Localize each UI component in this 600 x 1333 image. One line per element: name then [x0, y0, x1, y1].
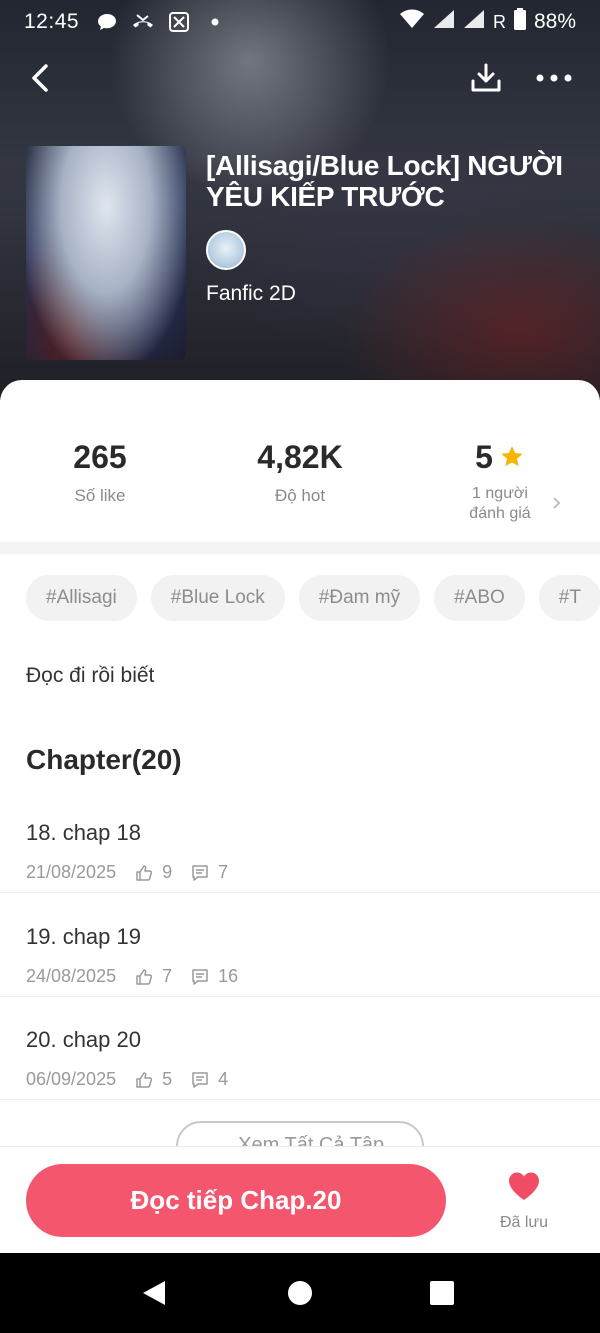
- chapter-comment-count: 7: [218, 862, 229, 882]
- story-genre: Fanfic 2D: [206, 282, 296, 305]
- chevron-right-icon: [553, 497, 561, 509]
- continue-reading-button[interactable]: Đọc tiếp Chap.20: [26, 1164, 446, 1237]
- comment-icon: [190, 1070, 210, 1090]
- chapter-date: 21/08/2025: [26, 862, 117, 882]
- battery-icon: [513, 8, 526, 36]
- bottom-action-bar: Đọc tiếp Chap.20 Đã lưu: [0, 1146, 600, 1253]
- more-options-button[interactable]: [532, 58, 576, 98]
- star-icon: [501, 446, 523, 467]
- tag-chip[interactable]: #Allisagi: [26, 575, 137, 621]
- battery-percent: 88%: [533, 10, 576, 33]
- system-navigation-bar: [0, 1253, 600, 1333]
- status-right-group: R 88%: [399, 8, 576, 36]
- chapter-row[interactable]: 18. chap 18 21/08/2025 9 7: [0, 790, 600, 893]
- rating-number: 5: [475, 430, 525, 484]
- top-navigation: [0, 52, 600, 106]
- nav-back-icon: [143, 1281, 165, 1305]
- status-time: 12:45: [24, 10, 80, 33]
- signal-icon: [433, 9, 455, 35]
- chapter-comment-count: 16: [218, 966, 239, 986]
- hot-label: Độ hot: [274, 486, 326, 505]
- wifi-icon: [399, 9, 425, 35]
- chapter-meta: 24/08/2025 7 16: [26, 966, 256, 987]
- hot-stat: 4,82K Độ hot: [200, 430, 400, 506]
- back-button[interactable]: [20, 58, 60, 98]
- signal-icon: [463, 9, 485, 35]
- chapter-meta: 21/08/2025 9 7: [26, 862, 246, 883]
- chapter-title: 18. chap 18: [26, 820, 141, 845]
- tag-chip[interactable]: #Đam mỹ: [298, 575, 421, 621]
- rating-label-line1: 1 người: [472, 485, 528, 502]
- chapter-title: 19. chap 19: [26, 924, 141, 949]
- chapter-meta: 06/09/2025 5 4: [26, 1069, 246, 1090]
- comment-icon: [190, 863, 210, 883]
- more-dots-icon: [536, 74, 572, 82]
- missed-call-icon: [131, 12, 155, 32]
- chapter-row[interactable]: 20. chap 20 06/09/2025 5 4: [0, 997, 600, 1100]
- tag-chip[interactable]: #ABO: [434, 575, 525, 621]
- rating-value: 5: [475, 439, 493, 475]
- likes-stat: 265 Số like: [0, 430, 200, 506]
- chapter-date: 06/09/2025: [26, 1069, 117, 1089]
- nav-back-button[interactable]: [138, 1277, 170, 1309]
- nav-home-icon: [288, 1281, 312, 1305]
- heart-icon: [509, 1172, 539, 1200]
- tag-list: #Allisagi #Blue Lock #Đam mỹ #ABO #T: [26, 575, 600, 623]
- saved-label: Đã lưu: [499, 1214, 549, 1231]
- thumbs-up-icon: [134, 863, 154, 883]
- download-icon: [471, 63, 501, 92]
- chapters-heading: Chapter(20): [26, 744, 182, 775]
- story-title: [Allisagi/Blue Lock] NGƯỜI YÊU KIẾP TRƯỚ…: [206, 150, 563, 212]
- comment-icon: [190, 967, 210, 987]
- chapter-like-count: 7: [162, 966, 173, 986]
- nav-home-button[interactable]: [284, 1277, 316, 1309]
- story-cover-image[interactable]: [26, 146, 186, 360]
- story-description: Đọc đi rồi biết: [26, 664, 155, 687]
- rating-stat[interactable]: 5 1 người đánh giá: [400, 430, 600, 524]
- chapter-date: 24/08/2025: [26, 966, 117, 986]
- back-arrow-icon: [32, 64, 48, 92]
- nav-recents-icon: [430, 1281, 454, 1305]
- chapter-title: 20. chap 20: [26, 1027, 141, 1052]
- chat-bubble-icon: [95, 12, 119, 32]
- status-bar: 12:45 R 88%: [0, 0, 600, 44]
- chapter-like-count: 5: [162, 1069, 173, 1089]
- tag-chip[interactable]: #Blue Lock: [150, 575, 285, 621]
- download-button[interactable]: [466, 58, 506, 98]
- chapter-comment-count: 4: [218, 1069, 229, 1089]
- app-icon: [167, 12, 191, 32]
- likes-label: Số like: [74, 486, 126, 505]
- nav-recents-button[interactable]: [426, 1277, 458, 1309]
- thumbs-up-icon: [134, 1070, 154, 1090]
- saved-button[interactable]: Đã lưu: [490, 1171, 558, 1232]
- network-letter: R: [492, 11, 506, 32]
- dot-icon: [203, 12, 227, 32]
- tag-chip[interactable]: #T: [538, 575, 600, 621]
- section-divider: [0, 542, 600, 554]
- author-avatar[interactable]: [206, 230, 246, 270]
- chapter-like-count: 9: [162, 862, 173, 882]
- thumbs-up-icon: [134, 967, 154, 987]
- likes-value: 265: [73, 439, 127, 475]
- rating-label-line2: đánh giá: [469, 505, 531, 522]
- hot-value: 4,82K: [257, 439, 343, 475]
- chapter-row[interactable]: 19. chap 19 24/08/2025 7 16: [0, 894, 600, 997]
- stats-row: 265 Số like 4,82K Độ hot 5 1 người đánh …: [0, 430, 600, 540]
